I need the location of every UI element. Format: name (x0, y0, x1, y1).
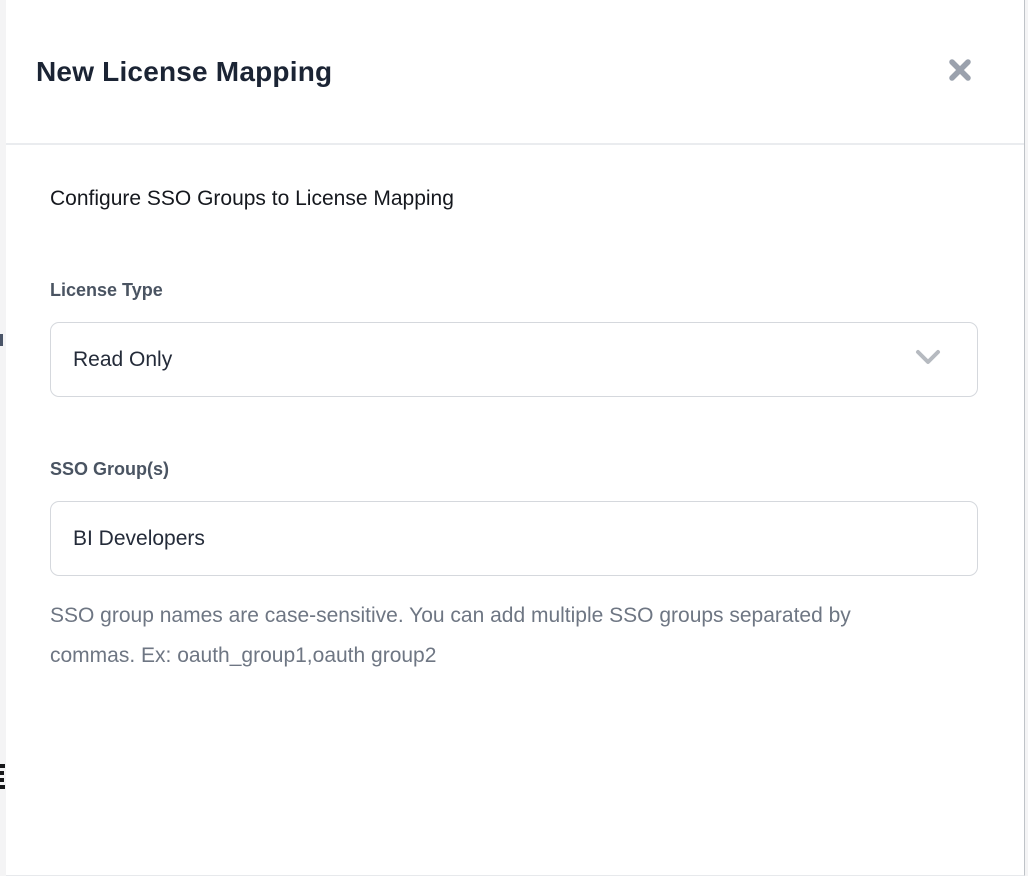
sso-groups-field-wrapper (50, 501, 978, 576)
background-fragment (0, 334, 3, 346)
license-type-select[interactable]: Read Only (50, 322, 978, 397)
background-fragment (0, 778, 4, 782)
close-icon (945, 55, 975, 88)
dialog-body: Configure SSO Groups to License Mapping … (6, 187, 1024, 676)
sso-groups-input[interactable] (73, 502, 953, 575)
new-license-mapping-dialog: New License Mapping Configure SSO Groups… (6, 0, 1025, 876)
close-button[interactable] (940, 52, 980, 92)
background-fragment (0, 764, 5, 768)
license-type-selected-value: Read Only (73, 348, 172, 372)
background-fragment (0, 785, 5, 789)
license-type-label: License Type (50, 280, 978, 301)
background-fragment (0, 771, 4, 775)
dialog-header: New License Mapping (6, 0, 1024, 145)
dialog-title: New License Mapping (36, 56, 332, 88)
sso-groups-label: SSO Group(s) (50, 459, 978, 480)
chevron-down-icon (915, 348, 941, 372)
sso-groups-helper-text: SSO group names are case-sensitive. You … (50, 596, 885, 676)
dialog-description: Configure SSO Groups to License Mapping (50, 187, 978, 211)
